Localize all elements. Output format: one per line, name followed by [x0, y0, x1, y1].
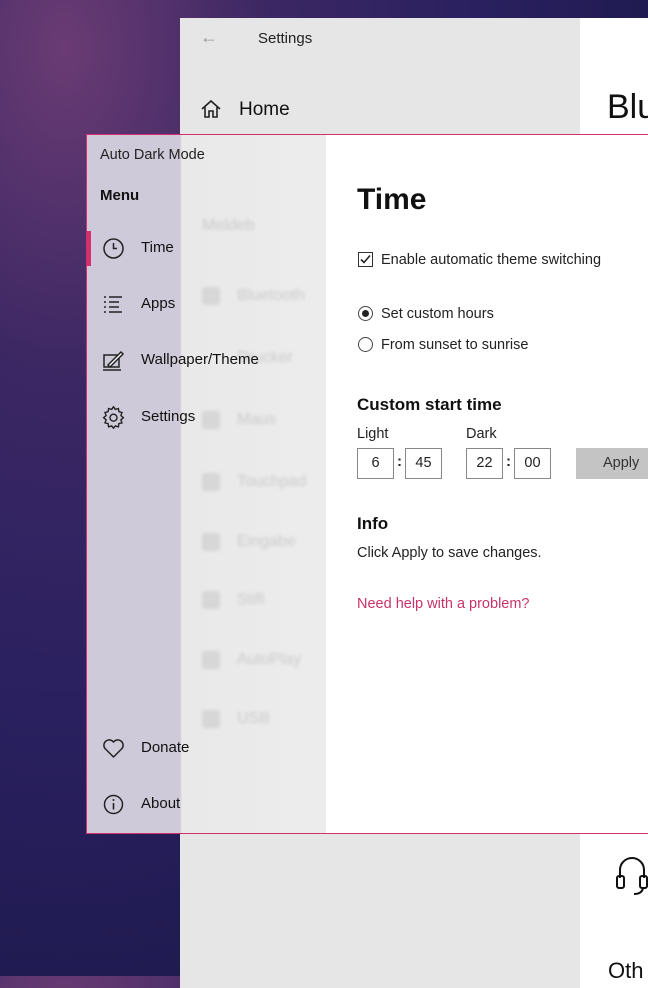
sidebar-item-label: Apps — [141, 295, 176, 312]
gear-icon — [102, 406, 125, 429]
sidebar-item-apps[interactable]: Apps — [87, 285, 326, 323]
sidebar-item-label: Settings — [141, 408, 196, 425]
radio-selected-dot — [362, 310, 369, 317]
headset-icon — [616, 857, 648, 895]
active-indicator — [87, 231, 91, 266]
settings-home-link[interactable]: Home — [239, 99, 290, 121]
help-link[interactable]: Need help with a problem? — [357, 596, 530, 612]
ghost-text: Touchpad — [237, 473, 307, 490]
heart-icon — [103, 739, 124, 758]
ghost-icon — [202, 473, 220, 491]
ghost-icon — [202, 533, 220, 551]
ghost-icon — [202, 591, 220, 609]
settings-section-heading: Oth — [608, 958, 644, 983]
checkmark-icon — [360, 254, 371, 264]
paint-icon — [103, 350, 125, 371]
dark-hour-input[interactable]: 22 — [466, 448, 503, 479]
ghost-text: USB — [237, 710, 270, 727]
radio-button[interactable] — [358, 337, 373, 352]
auto-switch-checkbox[interactable] — [358, 252, 373, 267]
sidebar-item-label: Time — [141, 239, 174, 256]
sidebar-item-time[interactable]: Time — [87, 229, 326, 267]
list-icon — [104, 296, 122, 313]
settings-window-title: Settings — [258, 30, 313, 47]
sidebar-item-label: Donate — [141, 739, 190, 756]
clock-icon — [103, 238, 124, 259]
radio-button[interactable] — [358, 306, 373, 321]
app-title: Auto Dark Mode — [100, 147, 205, 163]
radio-label: From sunset to sunrise — [381, 337, 529, 353]
auto-dark-mode-window: Meldeb Bluetooth Drucker Maus Touchpad E… — [86, 134, 648, 834]
main-content: Time Enable automatic theme switching Se… — [326, 135, 648, 833]
light-label: Light — [357, 426, 389, 442]
sidebar-item-label: About — [141, 795, 181, 812]
info-heading: Info — [357, 514, 389, 533]
apply-button[interactable]: Apply — [576, 448, 648, 479]
back-arrow-icon[interactable]: ← — [200, 27, 218, 48]
page-title: Time — [357, 183, 427, 216]
ghost-icon — [202, 651, 220, 669]
info-icon — [103, 794, 124, 815]
sidebar-item-donate[interactable]: Donate — [87, 729, 326, 767]
time-separator: : — [506, 453, 511, 470]
sidebar-item-about[interactable]: About — [87, 785, 326, 823]
ghost-text: AutoPlay — [237, 651, 302, 668]
sidebar-item-wallpaper-theme[interactable]: Wallpaper/Theme — [87, 341, 326, 379]
settings-page-heading: Blu — [607, 88, 648, 126]
sidebar: Meldeb Bluetooth Drucker Maus Touchpad E… — [87, 135, 326, 833]
custom-start-heading: Custom start time — [357, 395, 502, 414]
sidebar-item-label: Wallpaper/Theme — [141, 351, 259, 368]
dark-minute-input[interactable]: 00 — [514, 448, 551, 479]
light-minute-input[interactable]: 45 — [405, 448, 442, 479]
home-icon — [201, 99, 221, 118]
radio-label: Set custom hours — [381, 306, 494, 322]
ghost-icon — [202, 710, 220, 728]
dark-label: Dark — [466, 426, 497, 442]
auto-switch-label: Enable automatic theme switching — [381, 252, 602, 268]
info-text: Click Apply to save changes. — [357, 545, 542, 561]
light-hour-input[interactable]: 6 — [357, 448, 394, 479]
sidebar-item-settings[interactable]: Settings — [87, 398, 326, 436]
time-separator: : — [397, 453, 402, 470]
ghost-text: Eingabe — [237, 533, 296, 550]
menu-heading: Menu — [100, 187, 140, 204]
ghost-text: Stift — [237, 591, 265, 608]
